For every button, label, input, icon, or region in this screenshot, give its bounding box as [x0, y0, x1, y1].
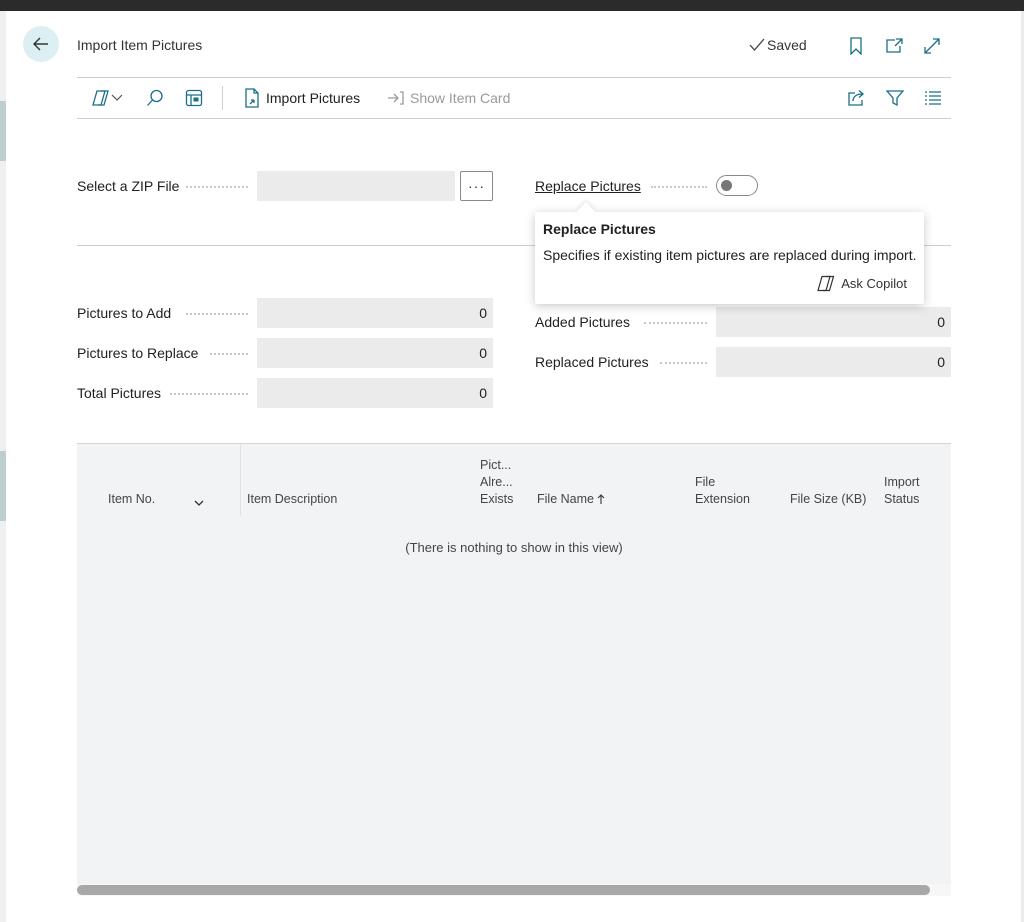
column-menu-button[interactable] — [194, 494, 204, 510]
column-separator — [240, 444, 241, 516]
bookmark-button[interactable] — [846, 36, 866, 56]
total-pictures-label: Total Pictures — [77, 385, 162, 401]
edit-list-icon — [185, 89, 203, 107]
column-header-file-extension[interactable]: File Extension — [695, 474, 750, 508]
toggle-knob — [721, 180, 732, 191]
item-pictures-grid: Item No. Item Description Pict... Alre..… — [77, 443, 951, 888]
column-header-picture-exists[interactable]: Pict... Alre... Exists — [480, 457, 513, 508]
column-header-line: Pict... — [480, 458, 512, 472]
replaced-pictures-value: 0 — [716, 347, 951, 377]
column-header-file-name[interactable]: File Name — [537, 491, 605, 508]
chevron-down-icon — [111, 94, 123, 101]
share-button[interactable] — [846, 88, 866, 108]
filter-icon — [886, 90, 904, 107]
pictures-to-add-value: 0 — [257, 298, 493, 328]
added-pictures-value: 0 — [716, 307, 951, 337]
arrow-left-icon — [33, 37, 48, 51]
field-leader-dots — [170, 393, 248, 395]
list-icon — [925, 91, 941, 105]
field-leader-dots — [660, 362, 707, 364]
column-header-line: Extension — [695, 492, 750, 506]
replaced-pictures-label: Replaced Pictures — [535, 354, 649, 370]
chevron-down-icon — [194, 500, 204, 506]
field-leader-dots — [644, 322, 707, 324]
edit-list-button[interactable] — [184, 88, 204, 108]
ask-copilot-button[interactable]: Ask Copilot — [816, 275, 907, 292]
show-item-card-button[interactable]: Show Item Card — [387, 88, 510, 108]
column-header-item-description[interactable]: Item Description — [247, 491, 337, 508]
column-header-line: Alre... — [480, 475, 513, 489]
share-icon — [848, 90, 864, 106]
search-icon — [147, 89, 163, 106]
replace-pictures-tooltip: Replace Pictures Specifies if existing i… — [535, 202, 924, 304]
empty-grid-message: (There is nothing to show in this view) — [405, 540, 623, 555]
pictures-to-replace-value: 0 — [257, 338, 493, 368]
header-divider — [77, 77, 951, 78]
filter-button[interactable] — [885, 88, 905, 108]
import-pictures-button[interactable]: Import Pictures — [243, 88, 360, 108]
field-leader-dots — [651, 186, 707, 188]
horizontal-scrollbar-thumb[interactable] — [77, 885, 930, 895]
open-new-window-button[interactable] — [884, 36, 904, 56]
pictures-to-replace-label: Pictures to Replace — [77, 345, 199, 361]
import-file-icon — [245, 88, 259, 108]
column-header-line: Import — [884, 475, 920, 489]
pictures-to-add-label: Pictures to Add — [77, 305, 172, 321]
total-pictures-value: 0 — [257, 378, 493, 408]
field-leader-dots — [186, 186, 248, 188]
column-header-line: Status — [884, 492, 920, 506]
zip-file-input[interactable] — [257, 171, 455, 201]
open-new-window-icon — [886, 38, 903, 53]
browse-button[interactable]: ··· — [460, 171, 493, 201]
back-button[interactable] — [23, 26, 59, 62]
action-bar-divider — [77, 118, 951, 119]
saved-status: Saved — [749, 37, 807, 53]
added-pictures-label: Added Pictures — [535, 314, 630, 330]
zip-file-label: Select a ZIP File — [77, 178, 180, 194]
column-header-import-status[interactable]: Import Status — [884, 474, 919, 508]
copilot-icon — [92, 90, 109, 106]
show-item-card-label: Show Item Card — [410, 90, 511, 106]
column-header-file-size[interactable]: File Size (KB) — [790, 491, 866, 508]
replace-pictures-toggle[interactable] — [716, 175, 758, 196]
page-title: Import Item Pictures — [77, 37, 203, 53]
bookmark-icon — [850, 37, 862, 55]
copilot-icon — [817, 275, 835, 292]
replace-pictures-label[interactable]: Replace Pictures — [535, 178, 641, 194]
sort-ascending-icon — [597, 494, 605, 504]
field-leader-dots — [186, 313, 248, 315]
search-button[interactable] — [145, 88, 165, 108]
ask-copilot-label: Ask Copilot — [841, 276, 907, 291]
column-header-item-no[interactable]: Item No. — [108, 491, 155, 508]
tooltip-text: Specifies if existing item pictures are … — [543, 247, 917, 263]
list-view-button[interactable] — [923, 88, 943, 108]
sign-in-arrow-icon — [388, 91, 404, 105]
tooltip-title: Replace Pictures — [543, 221, 656, 237]
expand-icon — [924, 38, 940, 54]
copilot-menu-button[interactable] — [89, 88, 125, 108]
import-pictures-label: Import Pictures — [266, 90, 361, 106]
column-header-line: File — [695, 475, 716, 489]
field-leader-dots — [210, 353, 248, 355]
column-header-line: Exists — [480, 492, 514, 506]
action-bar-separator — [222, 86, 223, 110]
saved-label: Saved — [767, 37, 807, 53]
checkmark-icon — [749, 38, 765, 51]
expand-button[interactable] — [922, 36, 942, 56]
window-top-bar — [0, 0, 1024, 11]
column-header-label: File Name — [537, 492, 594, 506]
